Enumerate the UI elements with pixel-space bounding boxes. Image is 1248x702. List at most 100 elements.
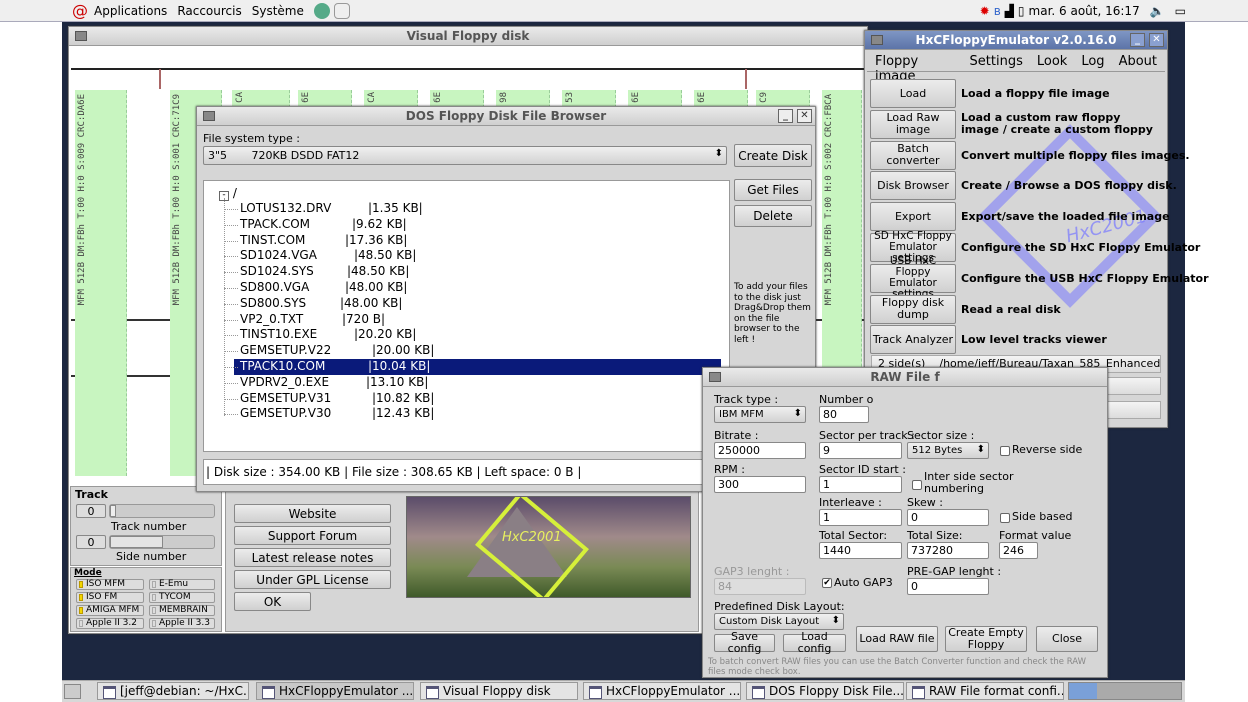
side-number-value[interactable]: 0 [76,535,106,549]
mode-iso-mfm[interactable]: ISO MFM [76,579,144,590]
window-menu-icon[interactable] [709,372,721,382]
title-bar[interactable]: Visual Floppy disk [69,27,867,46]
track-type-select[interactable]: IBM MFM [714,406,806,423]
save-config-button[interactable]: Save config [714,631,775,655]
window-menu-icon[interactable] [75,31,87,41]
pregap-field[interactable]: 0 [907,578,989,595]
browser-launcher-icon[interactable] [313,2,330,19]
hxc-batch-converter-button[interactable]: Batch converter [870,140,956,170]
rpm-field[interactable]: 300 [714,476,806,493]
menu-raccourcis[interactable]: Raccourcis [177,4,241,18]
debian-logo-icon[interactable]: @ [72,1,88,20]
taskbar-item[interactable]: DOS Floppy Disk File... [746,682,904,700]
clock[interactable]: mar. 6 août, 16:17 [1029,4,1140,18]
total-sector-field[interactable]: 1440 [819,542,902,559]
hxc-load-button[interactable]: Load [870,79,956,108]
logo-text: HxC2001 [502,530,562,545]
sector-column[interactable]: MFM 512B DM:FBh T:00 H:0 S:009 CRC:DA6E [75,90,127,476]
mode-apple-ii-3-3[interactable]: Apple II 3.3 [149,618,215,629]
taskbar-item[interactable]: Visual Floppy disk [420,682,578,700]
create-empty-floppy-button[interactable]: Create Empty Floppy [945,626,1027,652]
tracks-label: Number o [819,393,874,406]
taskbar-item[interactable]: [jeff@debian: ~/HxC... [97,682,249,700]
menu-floppy-image[interactable]: Floppy image [875,54,956,84]
delete-button[interactable]: Delete [734,205,812,227]
file-row[interactable]: TPACK10.COM |10.04 KB| [224,359,721,375]
volume-icon[interactable]: 🔈 [1150,4,1165,18]
network-signal-icon[interactable]: ▟ [1005,4,1014,18]
battery-icon[interactable]: ▯ [1018,4,1025,18]
load-raw-button[interactable]: Load RAW file [856,626,938,652]
minimize-button[interactable]: _ [1130,33,1145,47]
tree-line [224,303,238,305]
track-number-slider[interactable] [109,504,215,518]
disk-layout-select[interactable]: Custom Disk Layout [714,613,844,630]
window-menu-icon[interactable] [203,111,215,121]
mode-amiga-mfm[interactable]: AMIGA MFM [76,605,144,616]
close-button[interactable]: ✕ [797,109,812,123]
hxc-load-raw-image-button[interactable]: Load Raw image [870,109,956,139]
mode-apple-ii-3-2[interactable]: Apple II 3.2 [76,618,144,629]
side-number-slider[interactable] [109,535,215,549]
show-desktop-button[interactable] [64,684,81,699]
window-menu-icon[interactable] [871,35,883,45]
menu-applications[interactable]: Applications [94,4,167,18]
file-name: SD800.VGA [240,280,310,294]
reverse-side-checkbox[interactable] [1000,446,1010,456]
hxc-export-button[interactable]: Export [870,202,956,232]
total-size-field[interactable]: 737280 [907,542,989,559]
fs-type-select[interactable]: 3"5 720KB DSDD FAT12 [203,146,727,165]
menu-settings[interactable]: Settings [970,54,1023,69]
bitrate-field[interactable]: 250000 [714,442,806,459]
update-icon[interactable]: ✹ [980,4,990,18]
hxc-track-analyzer-button[interactable]: Track Analyzer [870,325,956,355]
mode-iso-fm[interactable]: ISO FM [76,592,144,603]
menu-about[interactable]: About [1119,54,1157,69]
website-button[interactable]: Website [234,504,391,523]
load-config-button[interactable]: Load config [783,631,846,655]
mail-launcher-icon[interactable] [333,2,350,19]
tree-root[interactable]: - / [219,186,237,201]
skew-field[interactable]: 0 [907,509,989,526]
auto-gap3-checkbox[interactable]: ✔ [822,578,832,588]
title-bar[interactable]: DOS Floppy Disk File Browser _ ✕ [197,107,815,126]
mode-e-emu[interactable]: E-Emu [149,579,215,590]
menu-systeme[interactable]: Système [252,4,304,18]
sector-id-field[interactable]: 1 [819,476,902,493]
ok-button[interactable]: OK [234,592,311,611]
minimize-button[interactable]: _ [778,109,793,123]
mode-tycom[interactable]: TYCOM [149,592,215,603]
workspace-switcher[interactable] [1068,682,1182,700]
title-bar[interactable]: RAW File f [703,368,1107,387]
track-number-value[interactable]: 0 [76,504,106,518]
window-title: HxCFloppyEmulator v2.0.16.0 [915,33,1117,47]
create-disk-button[interactable]: Create Disk [734,144,812,167]
release-notes-button[interactable]: Latest release notes [234,548,391,567]
side-based-checkbox[interactable] [1000,513,1010,523]
support-forum-button[interactable]: Support Forum [234,526,391,545]
spt-field[interactable]: 9 [819,442,902,459]
format-value-field[interactable]: 246 [999,542,1038,559]
taskbar-item[interactable]: HxCFloppyEmulator ... [583,682,741,700]
indicator-icon [152,594,156,601]
menu-log[interactable]: Log [1081,54,1104,69]
show-desktop-icon[interactable]: ▭ [1175,4,1186,18]
hxc-disk-browser-button[interactable]: Disk Browser [870,171,956,201]
close-button[interactable]: Close [1036,626,1098,652]
interleave-field[interactable]: 1 [819,509,902,526]
get-files-button[interactable]: Get Files [734,179,812,201]
bluetooth-icon[interactable]: ʙ [994,4,1001,18]
taskbar-item[interactable]: RAW File format confi... [906,682,1064,700]
file-tree[interactable]: - / LOTUS132.DRV |1.35 KB| TPACK.COM |9.62 … [203,180,730,452]
hxc-usb-hxc-floppy-emulator-settings-button[interactable]: USB HxC Floppy Emulator settings [870,256,956,300]
gpl-license-button[interactable]: Under GPL License [234,570,391,589]
sector-size-select[interactable]: 512 Bytes [907,442,989,459]
menu-look[interactable]: Look [1037,54,1067,69]
tracks-field[interactable]: 80 [819,406,869,423]
mode-membrain[interactable]: MEMBRAIN [149,605,215,616]
hxc-floppy-disk-dump-button[interactable]: Floppy disk dump [870,294,956,324]
taskbar-item[interactable]: HxCFloppyEmulator ... [256,682,414,700]
inter-side-checkbox[interactable] [912,480,922,490]
title-bar[interactable]: HxCFloppyEmulator v2.0.16.0 _ ✕ [865,31,1167,50]
close-button[interactable]: ✕ [1149,33,1164,47]
